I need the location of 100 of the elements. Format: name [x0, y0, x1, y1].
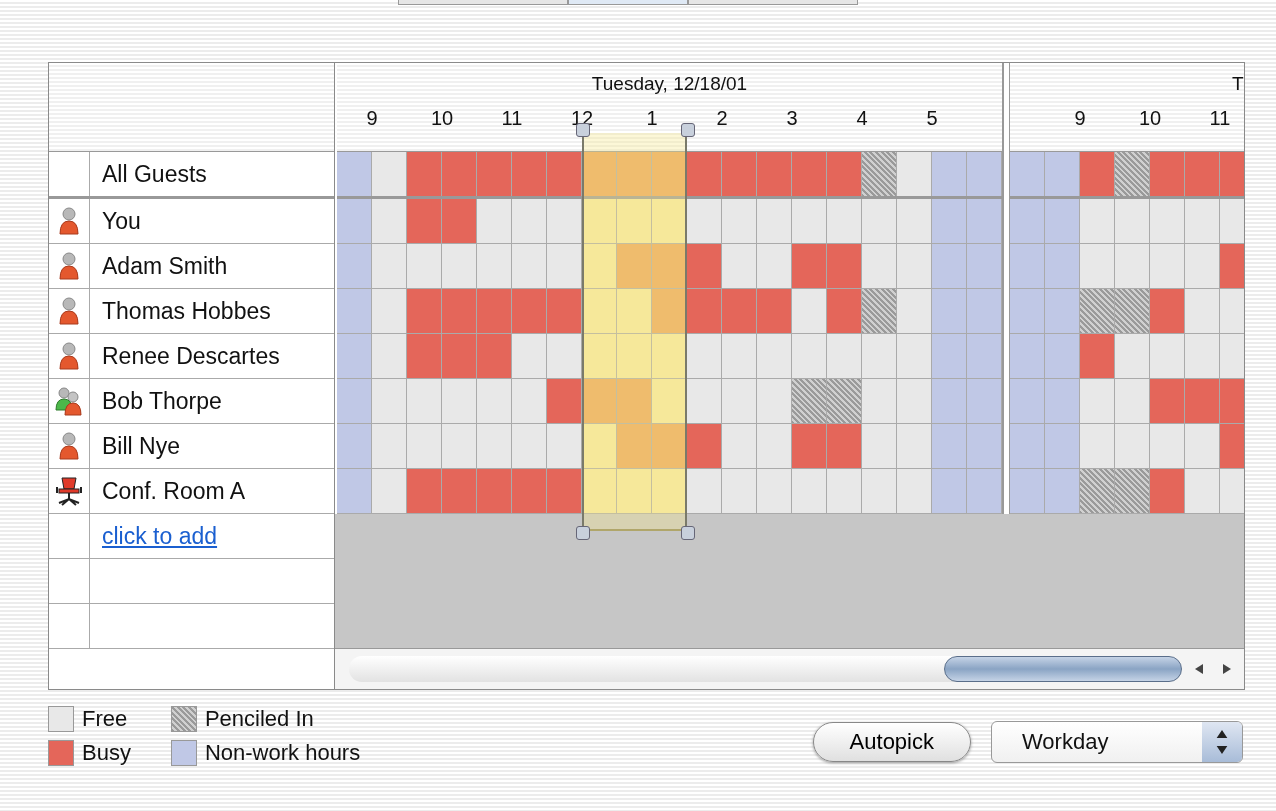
time-slot[interactable]	[547, 152, 582, 196]
time-slot[interactable]	[687, 379, 722, 423]
scroll-right-icon[interactable]	[1221, 663, 1233, 675]
time-slot[interactable]	[1115, 469, 1150, 513]
time-slot[interactable]	[792, 424, 827, 468]
time-slot[interactable]	[372, 469, 407, 513]
time-slot[interactable]	[757, 424, 792, 468]
scroll-left-icon[interactable]	[1193, 663, 1205, 675]
time-slot[interactable]	[1080, 152, 1115, 196]
time-slot[interactable]	[792, 379, 827, 423]
time-slot[interactable]	[722, 289, 757, 333]
time-slot[interactable]	[1150, 289, 1185, 333]
time-slot[interactable]	[862, 289, 897, 333]
time-slot[interactable]	[757, 379, 792, 423]
time-slot[interactable]	[1115, 152, 1150, 196]
time-slot[interactable]	[827, 199, 862, 243]
time-slot[interactable]	[757, 199, 792, 243]
time-slot[interactable]	[1150, 469, 1185, 513]
time-slot[interactable]	[547, 379, 582, 423]
time-slot[interactable]	[1185, 152, 1220, 196]
time-slot[interactable]	[1185, 199, 1220, 243]
time-slot[interactable]	[407, 424, 442, 468]
time-slot[interactable]	[582, 152, 617, 196]
time-slot[interactable]	[1185, 289, 1220, 333]
time-slot[interactable]	[687, 289, 722, 333]
time-slot[interactable]	[407, 379, 442, 423]
time-slot[interactable]	[547, 334, 582, 378]
time-slot[interactable]	[442, 152, 477, 196]
time-slot[interactable]	[652, 424, 687, 468]
time-slot[interactable]	[827, 469, 862, 513]
time-slot[interactable]	[512, 469, 547, 513]
time-slot[interactable]	[407, 152, 442, 196]
time-slot[interactable]	[862, 152, 897, 196]
time-slot[interactable]	[862, 424, 897, 468]
time-slot[interactable]	[512, 289, 547, 333]
time-slot[interactable]	[582, 244, 617, 288]
time-slot[interactable]	[372, 244, 407, 288]
time-slot[interactable]	[722, 469, 757, 513]
time-slot[interactable]	[757, 289, 792, 333]
time-slot[interactable]	[652, 469, 687, 513]
time-slot[interactable]	[1150, 379, 1185, 423]
time-slot[interactable]	[1150, 199, 1185, 243]
time-slot[interactable]	[582, 424, 617, 468]
time-slot[interactable]	[792, 244, 827, 288]
time-slot[interactable]	[722, 379, 757, 423]
time-slot[interactable]	[897, 289, 932, 333]
time-slot[interactable]	[442, 424, 477, 468]
time-slot[interactable]	[407, 469, 442, 513]
time-slot[interactable]	[757, 334, 792, 378]
time-slot[interactable]	[407, 334, 442, 378]
time-slot[interactable]	[652, 334, 687, 378]
time-slot[interactable]	[827, 379, 862, 423]
time-slot[interactable]	[1080, 289, 1115, 333]
time-slot[interactable]	[1115, 379, 1150, 423]
time-slot[interactable]	[1080, 424, 1115, 468]
time-slot[interactable]	[372, 289, 407, 333]
time-slot[interactable]	[442, 379, 477, 423]
time-slot[interactable]	[1115, 334, 1150, 378]
time-slot[interactable]	[722, 152, 757, 196]
time-slot[interactable]	[652, 289, 687, 333]
time-slot[interactable]	[1080, 379, 1115, 423]
time-slot[interactable]	[407, 289, 442, 333]
time-slot[interactable]	[1115, 199, 1150, 243]
time-slot[interactable]	[757, 152, 792, 196]
time-slot[interactable]	[792, 334, 827, 378]
time-slot[interactable]	[687, 152, 722, 196]
time-slot[interactable]	[617, 199, 652, 243]
time-slot[interactable]	[827, 289, 862, 333]
time-slot[interactable]	[1150, 334, 1185, 378]
time-slot[interactable]	[477, 424, 512, 468]
time-slot[interactable]	[512, 244, 547, 288]
time-slot[interactable]	[582, 199, 617, 243]
range-popup[interactable]: Workday	[991, 721, 1243, 763]
time-slot[interactable]	[512, 379, 547, 423]
time-slot[interactable]	[547, 469, 582, 513]
time-slot[interactable]	[862, 379, 897, 423]
tab[interactable]	[398, 0, 568, 5]
time-slot[interactable]	[1115, 424, 1150, 468]
time-slot[interactable]	[687, 334, 722, 378]
time-slot[interactable]	[1115, 289, 1150, 333]
selection-range[interactable]	[582, 133, 687, 531]
time-slot[interactable]	[547, 199, 582, 243]
time-slot[interactable]	[827, 424, 862, 468]
time-slot[interactable]	[862, 334, 897, 378]
time-slot[interactable]	[652, 199, 687, 243]
time-slot[interactable]	[687, 199, 722, 243]
time-slot[interactable]	[547, 289, 582, 333]
time-slot[interactable]	[722, 244, 757, 288]
time-slot[interactable]	[372, 424, 407, 468]
time-slot[interactable]	[722, 424, 757, 468]
time-slot[interactable]	[372, 379, 407, 423]
drag-handle-icon[interactable]	[576, 526, 590, 540]
tab[interactable]	[568, 0, 688, 5]
time-slot[interactable]	[442, 199, 477, 243]
time-slot[interactable]	[1080, 334, 1115, 378]
time-slot[interactable]	[757, 469, 792, 513]
time-slot[interactable]	[582, 334, 617, 378]
time-slot[interactable]	[1080, 199, 1115, 243]
time-slot[interactable]	[582, 469, 617, 513]
time-slot[interactable]	[792, 469, 827, 513]
